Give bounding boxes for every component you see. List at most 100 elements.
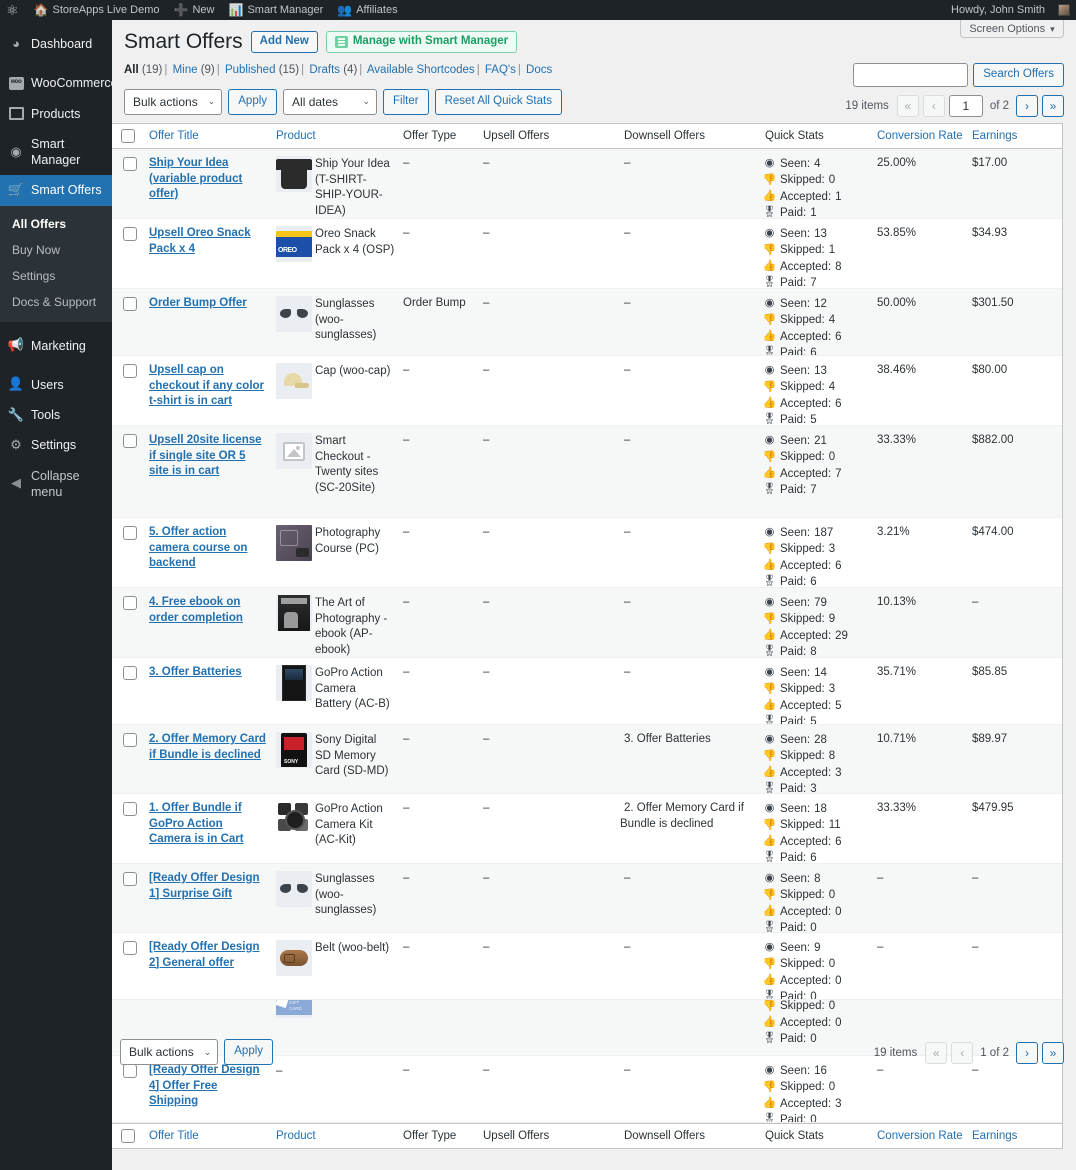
apply-button-bottom[interactable]: Apply bbox=[224, 1039, 274, 1065]
table-row[interactable]: 2. Offer Memory Card if Bundle is declin… bbox=[112, 725, 1062, 794]
column-footer-product[interactable]: Product bbox=[272, 1130, 399, 1142]
column-header-offer-title[interactable]: Offer Title bbox=[145, 130, 272, 142]
row-checkbox[interactable] bbox=[112, 588, 145, 617]
table-row[interactable]: Order Bump Offer Sunglasses (woo-sunglass… bbox=[112, 289, 1062, 356]
offer-title-link[interactable]: 5. Offer action camera course on backend bbox=[145, 525, 272, 572]
prev-page-button-bottom[interactable]: ‹ bbox=[951, 1042, 974, 1064]
offer-title-link[interactable]: Upsell 20site license if single site OR … bbox=[145, 433, 272, 480]
search-offers-button[interactable]: Search Offers bbox=[973, 63, 1064, 87]
sidebar-item-settings[interactable]: ⚙ Settings bbox=[0, 430, 112, 460]
sidebar-item-tools[interactable]: 🔧 Tools bbox=[0, 400, 112, 430]
sidebar-subitem-all-offers[interactable]: All Offers bbox=[0, 211, 112, 237]
manage-with-smart-manager-button[interactable]: Manage with Smart Manager bbox=[325, 31, 518, 53]
view-link-faqs[interactable]: FAQ's bbox=[485, 64, 516, 76]
column-footer-conversion-rate[interactable]: Conversion Rate bbox=[873, 1130, 968, 1142]
offer-title-link[interactable]: 1. Offer Bundle if GoPro Action Camera i… bbox=[145, 801, 272, 848]
table-row[interactable]: Upsell 20site license if single site OR … bbox=[112, 426, 1062, 518]
view-link-mine[interactable]: Mine bbox=[173, 64, 198, 76]
table-row[interactable]: 3. Offer Batteries GoPro Action Camera Ba… bbox=[112, 658, 1062, 725]
filter-button[interactable]: Filter bbox=[383, 88, 429, 115]
sidebar-subitem-settings[interactable]: Settings bbox=[0, 263, 112, 289]
sidebar-item-marketing[interactable]: 📢 Marketing bbox=[0, 331, 112, 361]
row-earnings-cell: $301.50 bbox=[968, 289, 1062, 319]
row-checkbox[interactable] bbox=[112, 518, 145, 547]
row-checkbox[interactable] bbox=[112, 1000, 145, 1021]
last-page-button-top[interactable]: » bbox=[1042, 95, 1064, 117]
row-checkbox[interactable] bbox=[112, 219, 145, 248]
last-page-button-bottom[interactable]: » bbox=[1042, 1042, 1064, 1064]
next-page-button-bottom[interactable]: › bbox=[1016, 1042, 1038, 1064]
view-link-docs[interactable]: Docs bbox=[526, 64, 552, 76]
select-all-checkbox-bottom[interactable] bbox=[112, 1129, 145, 1143]
row-checkbox[interactable] bbox=[112, 289, 145, 318]
column-header-earnings[interactable]: Earnings bbox=[968, 130, 1063, 142]
bulk-actions-select-bottom[interactable]: Bulk actions ⌄ bbox=[120, 1039, 219, 1065]
row-checkbox[interactable] bbox=[112, 426, 145, 455]
column-header-product[interactable]: Product bbox=[272, 130, 399, 142]
date-filter-select[interactable]: All dates ⌄ bbox=[283, 88, 378, 115]
offer-title-link[interactable]: [Ready Offer Design 1] Surprise Gift bbox=[145, 871, 272, 902]
sidebar-label-smart-offers: Smart Offers bbox=[31, 183, 102, 198]
avatar[interactable] bbox=[1058, 4, 1070, 16]
add-new-button[interactable]: Add New bbox=[250, 31, 318, 53]
row-checkbox[interactable] bbox=[112, 933, 145, 962]
first-page-button-bottom[interactable]: « bbox=[925, 1042, 948, 1064]
table-row[interactable]: Upsell cap on checkout if any color t-sh… bbox=[112, 356, 1062, 426]
column-footer-earnings[interactable]: Earnings bbox=[968, 1130, 1063, 1142]
offer-title-link[interactable]: Upsell Oreo Snack Pack x 4 bbox=[145, 226, 272, 257]
view-link-shortcodes[interactable]: Available Shortcodes bbox=[367, 64, 475, 76]
adminbar-item-new[interactable]: ➕ New bbox=[167, 0, 222, 20]
sidebar-subitem-docs-support[interactable]: Docs & Support bbox=[0, 289, 112, 315]
row-checkbox[interactable] bbox=[112, 794, 145, 823]
table-row[interactable]: 4. Free ebook on order completion The Art… bbox=[112, 588, 1062, 658]
adminbar-item-site[interactable]: 🏠 StoreApps Live Demo bbox=[27, 0, 167, 20]
sidebar-item-users[interactable]: 👤 Users bbox=[0, 370, 112, 400]
table-row[interactable]: Ship Your Idea (variable product offer) S… bbox=[112, 149, 1062, 219]
table-row[interactable]: Upsell Oreo Snack Pack x 4 Oreo Snack Pac… bbox=[112, 219, 1062, 289]
row-checkbox[interactable] bbox=[112, 356, 145, 385]
view-link-all[interactable]: All bbox=[124, 64, 139, 76]
row-checkbox[interactable] bbox=[112, 658, 145, 687]
table-row[interactable]: [Ready Offer Design 1] Surprise Gift Sung… bbox=[112, 864, 1062, 933]
offer-title-link[interactable]: Upsell cap on checkout if any color t-sh… bbox=[145, 363, 272, 410]
offer-title-link[interactable]: 3. Offer Batteries bbox=[145, 665, 272, 681]
sidebar-item-products[interactable]: Products bbox=[0, 99, 112, 129]
select-all-checkbox-top[interactable] bbox=[112, 129, 145, 143]
sidebar-item-woocommerce[interactable]: woo WooCommerce bbox=[0, 68, 118, 98]
sidebar-item-smart-manager[interactable]: ◉ Smart Manager bbox=[0, 129, 112, 176]
column-footer-offer-title[interactable]: Offer Title bbox=[145, 1130, 272, 1142]
row-checkbox[interactable] bbox=[112, 149, 145, 178]
column-header-conversion-rate[interactable]: Conversion Rate bbox=[873, 130, 968, 142]
sidebar-subitem-buy-now[interactable]: Buy Now bbox=[0, 237, 112, 263]
table-row[interactable]: 5. Offer action camera course on backend… bbox=[112, 518, 1062, 588]
offer-title-link[interactable]: Order Bump Offer bbox=[145, 296, 272, 312]
current-page-input-top[interactable]: 1 bbox=[948, 95, 983, 117]
row-checkbox[interactable] bbox=[112, 864, 145, 893]
offer-title-link[interactable]: 4. Free ebook on order completion bbox=[145, 595, 272, 626]
prev-page-button-top[interactable]: ‹ bbox=[922, 95, 945, 117]
search-input[interactable] bbox=[853, 63, 969, 87]
stat-paid-label: Paid: bbox=[780, 575, 807, 588]
adminbar-howdy[interactable]: Howdy, John Smith bbox=[944, 0, 1052, 20]
view-link-drafts[interactable]: Drafts bbox=[309, 64, 340, 76]
adminbar-item-smart-manager[interactable]: 📊 Smart Manager bbox=[221, 0, 330, 20]
reset-quick-stats-button[interactable]: Reset All Quick Stats bbox=[434, 88, 562, 115]
offer-type-value: – bbox=[403, 227, 410, 239]
stat-accepted-value: 6 bbox=[835, 559, 842, 572]
view-link-published[interactable]: Published bbox=[225, 64, 276, 76]
sidebar-item-smart-offers[interactable]: 🛒 Smart Offers bbox=[0, 175, 112, 206]
row-checkbox[interactable] bbox=[112, 725, 145, 754]
table-row[interactable]: [Ready Offer Design 2] General offer Belt… bbox=[112, 933, 1062, 1000]
offer-title-link[interactable]: 2. Offer Memory Card if Bundle is declin… bbox=[145, 732, 272, 763]
sidebar-item-collapse-menu[interactable]: ◀ Collapse menu bbox=[0, 461, 112, 508]
bulk-actions-select-top[interactable]: Bulk actions ⌄ bbox=[124, 88, 223, 115]
adminbar-item-affiliates[interactable]: 👥 Affiliates bbox=[330, 0, 404, 20]
offer-title-link[interactable]: Ship Your Idea (variable product offer) bbox=[145, 156, 272, 203]
first-page-button-top[interactable]: « bbox=[896, 95, 919, 117]
sidebar-item-dashboard[interactable]: ◕ Dashboard bbox=[0, 29, 112, 59]
table-row[interactable]: 1. Offer Bundle if GoPro Action Camera i… bbox=[112, 794, 1062, 864]
wordpress-logo-icon[interactable]: ⚛ bbox=[0, 0, 27, 20]
apply-button-top[interactable]: Apply bbox=[228, 88, 278, 115]
offer-title-link[interactable]: [Ready Offer Design 2] General offer bbox=[145, 940, 272, 971]
next-page-button-top[interactable]: › bbox=[1016, 95, 1038, 117]
